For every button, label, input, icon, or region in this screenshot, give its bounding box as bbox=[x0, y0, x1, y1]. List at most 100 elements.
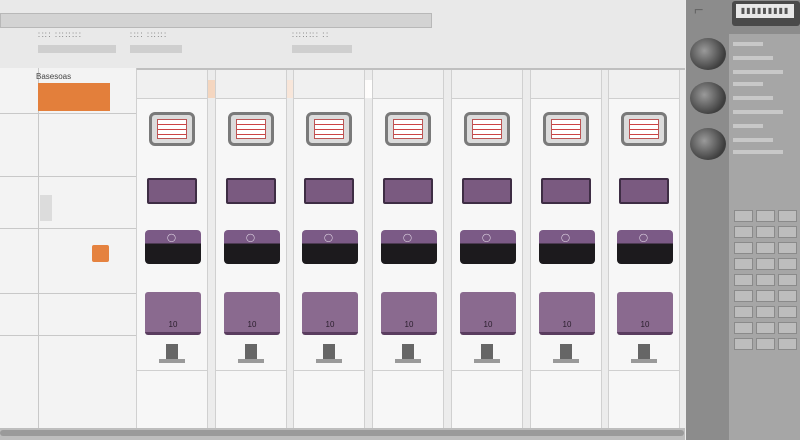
knob-icon[interactable] bbox=[690, 38, 726, 70]
keypad-cell[interactable] bbox=[734, 226, 753, 238]
header-field[interactable] bbox=[130, 45, 182, 53]
settings-row[interactable] bbox=[733, 124, 763, 128]
stand-icon bbox=[245, 344, 257, 360]
keypad-cell[interactable] bbox=[756, 274, 775, 286]
column-button[interactable] bbox=[304, 178, 354, 204]
column-button[interactable] bbox=[383, 178, 433, 204]
column-block[interactable]: ◯ bbox=[617, 230, 673, 264]
column-block[interactable]: ◯ bbox=[302, 230, 358, 264]
list-icon[interactable] bbox=[543, 112, 589, 146]
column-block[interactable]: ◯ bbox=[224, 230, 280, 264]
settings-row[interactable] bbox=[733, 96, 773, 100]
column-panel[interactable]: 10 bbox=[617, 292, 673, 335]
column-panel-label: 10 bbox=[640, 320, 650, 329]
keypad-cell[interactable] bbox=[734, 322, 753, 334]
grid-line bbox=[0, 113, 136, 114]
orange-indicator[interactable] bbox=[92, 245, 109, 262]
form-icon[interactable] bbox=[228, 112, 274, 146]
settings-row[interactable] bbox=[733, 150, 783, 154]
settings-row[interactable] bbox=[733, 110, 783, 114]
settings-row[interactable] bbox=[733, 138, 773, 142]
divider bbox=[452, 370, 522, 371]
column-button[interactable] bbox=[147, 178, 197, 204]
keypad-cell[interactable] bbox=[756, 306, 775, 318]
keypad-cell[interactable] bbox=[756, 290, 775, 302]
header-field[interactable] bbox=[292, 45, 352, 53]
settings-row[interactable] bbox=[733, 82, 763, 86]
column-header bbox=[294, 70, 364, 99]
keypad-cell[interactable] bbox=[778, 290, 797, 302]
column-block[interactable]: ◯ bbox=[145, 230, 201, 264]
keypad-cell[interactable] bbox=[756, 226, 775, 238]
keypad-cell[interactable] bbox=[778, 210, 797, 222]
settings-row[interactable] bbox=[733, 70, 783, 74]
divider bbox=[137, 370, 207, 371]
left-panel bbox=[0, 68, 137, 428]
keypad-cell[interactable] bbox=[734, 338, 753, 350]
keypad-cell[interactable] bbox=[756, 242, 775, 254]
column-block[interactable]: ◯ bbox=[460, 230, 516, 264]
column-block[interactable]: ◯ bbox=[539, 230, 595, 264]
column-header bbox=[452, 70, 522, 99]
column-panel[interactable]: 10 bbox=[539, 292, 595, 335]
document-icon[interactable] bbox=[149, 112, 195, 146]
keypad-cell[interactable] bbox=[778, 258, 797, 270]
stand-base bbox=[474, 359, 500, 363]
chart-icon[interactable] bbox=[464, 112, 510, 146]
column-panel-label: 10 bbox=[168, 320, 178, 329]
column-panel[interactable]: 10 bbox=[381, 292, 437, 335]
settings-row[interactable] bbox=[733, 42, 763, 46]
column-button[interactable] bbox=[541, 178, 591, 204]
column-panel[interactable]: 10 bbox=[302, 292, 358, 335]
header-text-right: ∷∷∷∷ ∷ bbox=[292, 30, 330, 40]
stand-base bbox=[395, 359, 421, 363]
column-header bbox=[137, 70, 207, 99]
keypad-cell[interactable] bbox=[778, 322, 797, 334]
keypad-cell[interactable] bbox=[734, 306, 753, 318]
knob-icon[interactable] bbox=[690, 128, 726, 160]
keypad-cell[interactable] bbox=[734, 258, 753, 270]
column-panel[interactable]: 10 bbox=[145, 292, 201, 335]
column-header bbox=[531, 70, 601, 99]
tool-column: ◯ 10 bbox=[530, 70, 602, 428]
horizontal-scrollbar[interactable] bbox=[0, 430, 684, 436]
grid-icon[interactable] bbox=[306, 112, 352, 146]
doc-icon[interactable] bbox=[621, 112, 667, 146]
keypad-cell[interactable] bbox=[734, 274, 753, 286]
knob-icon[interactable] bbox=[690, 82, 726, 114]
keypad-cell[interactable] bbox=[778, 306, 797, 318]
keypad-cell[interactable] bbox=[778, 338, 797, 350]
stand-icon bbox=[166, 344, 178, 360]
column-block[interactable]: ◯ bbox=[381, 230, 437, 264]
divider bbox=[216, 370, 286, 371]
stand-icon bbox=[323, 344, 335, 360]
orange-selection[interactable] bbox=[38, 83, 110, 111]
title-bar[interactable] bbox=[0, 13, 432, 28]
column-panel[interactable]: 10 bbox=[460, 292, 516, 335]
table-icon[interactable] bbox=[385, 112, 431, 146]
column-button[interactable] bbox=[619, 178, 669, 204]
stand-base bbox=[159, 359, 185, 363]
header-text-mid: ∷∷ ∷∷∷ bbox=[130, 30, 168, 40]
stand-base bbox=[238, 359, 264, 363]
column-button[interactable] bbox=[226, 178, 276, 204]
keypad-cell[interactable] bbox=[756, 322, 775, 334]
keypad-cell[interactable] bbox=[734, 290, 753, 302]
column-panel[interactable]: 10 bbox=[224, 292, 280, 335]
keypad-cell[interactable] bbox=[734, 210, 753, 222]
tool-column: ◯ 10 bbox=[215, 70, 287, 428]
keypad-cell[interactable] bbox=[756, 258, 775, 270]
keypad-cell[interactable] bbox=[756, 338, 775, 350]
bracket-icon[interactable]: ⌐ bbox=[694, 2, 712, 22]
column-panel-label: 10 bbox=[562, 320, 572, 329]
header-field[interactable] bbox=[38, 45, 116, 53]
divider bbox=[609, 370, 679, 371]
keypad-cell[interactable] bbox=[778, 226, 797, 238]
column-header bbox=[609, 70, 679, 99]
keypad-cell[interactable] bbox=[756, 210, 775, 222]
keypad-cell[interactable] bbox=[778, 274, 797, 286]
keypad-cell[interactable] bbox=[734, 242, 753, 254]
keypad-cell[interactable] bbox=[778, 242, 797, 254]
settings-row[interactable] bbox=[733, 56, 773, 60]
column-button[interactable] bbox=[462, 178, 512, 204]
